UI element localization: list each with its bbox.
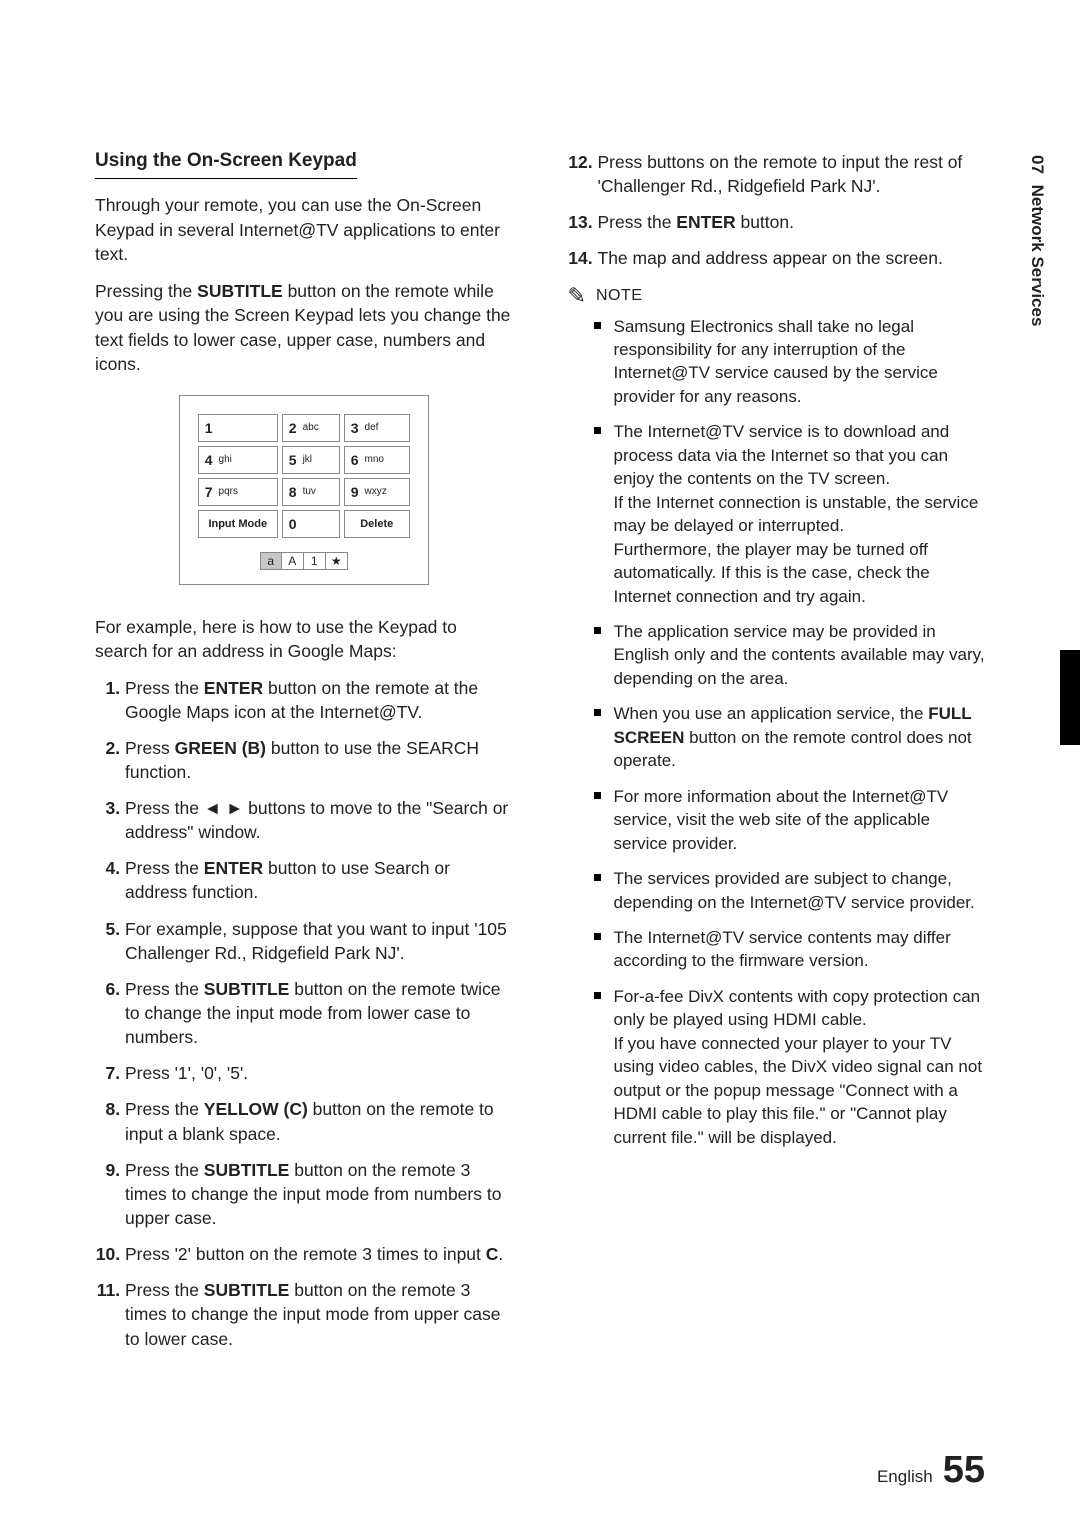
page-footer: English 55: [877, 1449, 985, 1492]
key-0: 0: [283, 516, 339, 532]
note-label: NOTE: [596, 287, 642, 305]
note-item: Samsung Electronics shall take no legal …: [614, 315, 986, 409]
step-3: Press the ◄ ► buttons to move to the "Se…: [125, 796, 513, 844]
chapter-number: 07: [1028, 155, 1047, 174]
section-side-label: 07 Network Services: [1027, 155, 1047, 326]
note-header: ✎ NOTE: [568, 283, 986, 309]
key-delete: Delete: [345, 518, 409, 530]
mode-number-icon: 1: [304, 552, 326, 570]
note-item: The Internet@TV service is to download a…: [614, 420, 986, 608]
example-intro: For example, here is how to use the Keyp…: [95, 615, 513, 664]
chapter-title: Network Services: [1028, 185, 1047, 327]
note-item: The services provided are subject to cha…: [614, 867, 986, 914]
step-11: Press the SUBTITLE button on the remote …: [125, 1278, 513, 1350]
key-5: 5jkl: [283, 452, 339, 468]
steps-left: Press the ENTER button on the remote at …: [95, 676, 513, 1351]
step-12: Press buttons on the remote to input the…: [598, 150, 986, 198]
key-input-mode: Input Mode: [199, 518, 277, 530]
step-7: Press '1', '0', '5'.: [125, 1061, 513, 1085]
section-tab: [1060, 650, 1080, 745]
step-13: Press the ENTER button.: [598, 210, 986, 234]
key-9: 9wxyz: [345, 484, 409, 500]
note-bullets: Samsung Electronics shall take no legal …: [568, 315, 986, 1150]
step-8: Press the YELLOW (C) button on the remot…: [125, 1097, 513, 1145]
step-5: For example, suppose that you want to in…: [125, 917, 513, 965]
subtitle-keyword: SUBTITLE: [197, 281, 283, 301]
step-9: Press the SUBTITLE button on the remote …: [125, 1158, 513, 1230]
section-heading: Using the On-Screen Keypad: [95, 150, 357, 179]
mode-upper-icon: A: [282, 552, 304, 570]
onscreen-keypad-diagram: 1 2abc 3def 4ghi 5jkl 6mno 7pqrs 8tuv 9w…: [179, 395, 429, 585]
footer-language: English: [877, 1467, 933, 1487]
key-7: 7pqrs: [199, 484, 277, 500]
step-10: Press '2' button on the remote 3 times t…: [125, 1242, 513, 1266]
step-6: Press the SUBTITLE button on the remote …: [125, 977, 513, 1049]
intro-paragraph-1: Through your remote, you can use the On-…: [95, 193, 513, 267]
note-item: For more information about the Internet@…: [614, 785, 986, 855]
note-item: For-a-fee DivX contents with copy protec…: [614, 985, 986, 1149]
key-1: 1: [199, 420, 277, 436]
page-number: 55: [943, 1449, 985, 1492]
key-4: 4ghi: [199, 452, 277, 468]
step-2: Press GREEN (B) button to use the SEARCH…: [125, 736, 513, 784]
left-column: Using the On-Screen Keypad Through your …: [95, 150, 513, 1363]
note-item: When you use an application service, the…: [614, 702, 986, 772]
step-1: Press the ENTER button on the remote at …: [125, 676, 513, 724]
mode-symbol-icon: ★: [326, 552, 348, 570]
step-14: The map and address appear on the screen…: [598, 246, 986, 270]
mode-lower-icon: a: [260, 552, 282, 570]
step-4: Press the ENTER button to use Search or …: [125, 856, 513, 904]
key-6: 6mno: [345, 452, 409, 468]
steps-right: Press buttons on the remote to input the…: [568, 150, 986, 271]
right-column: Press buttons on the remote to input the…: [568, 150, 986, 1363]
note-item: The application service may be provided …: [614, 620, 986, 690]
intro-paragraph-2: Pressing the SUBTITLE button on the remo…: [95, 279, 513, 377]
note-icon: ✎: [568, 283, 586, 309]
key-8: 8tuv: [283, 484, 339, 500]
key-3: 3def: [345, 420, 409, 436]
note-item: The Internet@TV service contents may dif…: [614, 926, 986, 973]
input-mode-indicators: a A 1 ★: [194, 552, 414, 570]
key-2: 2abc: [283, 420, 339, 436]
